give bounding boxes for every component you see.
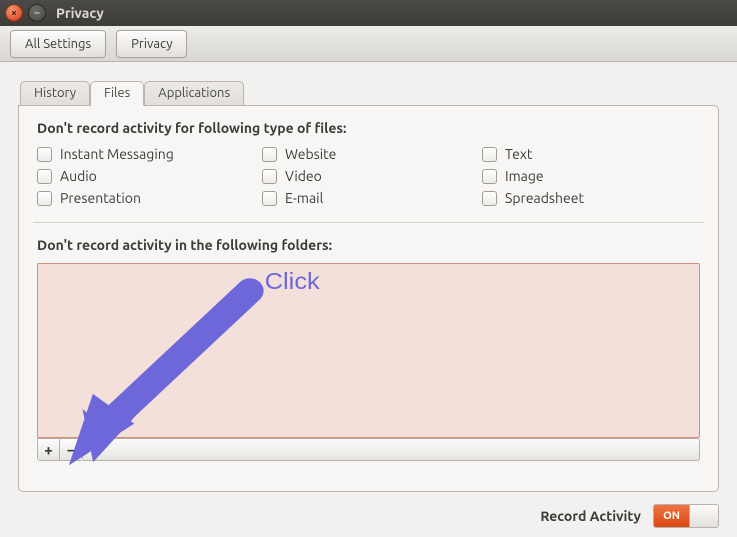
switch-knob bbox=[690, 505, 718, 527]
tab-files-label: Files bbox=[104, 86, 130, 100]
type-email[interactable]: E-mail bbox=[262, 190, 482, 206]
type-label: E-mail bbox=[285, 190, 323, 206]
type-label: Instant Messaging bbox=[60, 146, 174, 162]
breadcrumb-current[interactable]: Privacy bbox=[116, 30, 187, 58]
folders-list[interactable] bbox=[37, 263, 700, 438]
checkbox-icon[interactable] bbox=[482, 191, 497, 206]
divider bbox=[33, 222, 704, 223]
checkbox-icon[interactable] bbox=[482, 169, 497, 184]
footer: Record Activity ON bbox=[0, 495, 737, 537]
type-label: Text bbox=[505, 146, 532, 162]
type-label: Video bbox=[285, 168, 322, 184]
checkbox-icon[interactable] bbox=[37, 147, 52, 162]
type-video[interactable]: Video bbox=[262, 168, 482, 184]
type-text[interactable]: Text bbox=[482, 146, 700, 162]
type-label: Audio bbox=[60, 168, 97, 184]
tab-history[interactable]: History bbox=[20, 81, 90, 106]
window-title: Privacy bbox=[56, 5, 104, 21]
files-panel: Don't record activity for following type… bbox=[18, 105, 719, 492]
types-heading: Don't record activity for following type… bbox=[37, 120, 700, 136]
add-folder-button[interactable]: + bbox=[38, 439, 60, 460]
type-label: Image bbox=[505, 168, 544, 184]
type-label: Presentation bbox=[60, 190, 141, 206]
type-website[interactable]: Website bbox=[262, 146, 482, 162]
all-settings-button[interactable]: All Settings bbox=[10, 30, 106, 58]
checkbox-icon[interactable] bbox=[262, 169, 277, 184]
content-area: History Files Applications Don't record … bbox=[0, 62, 737, 495]
tab-history-label: History bbox=[34, 86, 76, 100]
checkbox-icon[interactable] bbox=[37, 191, 52, 206]
type-image[interactable]: Image bbox=[482, 168, 700, 184]
file-types-grid: Instant Messaging Website Text Audio Vid… bbox=[37, 146, 700, 206]
type-presentation[interactable]: Presentation bbox=[37, 190, 262, 206]
type-label: Spreadsheet bbox=[505, 190, 584, 206]
all-settings-label: All Settings bbox=[25, 37, 91, 51]
tab-applications-label: Applications bbox=[158, 86, 230, 100]
checkbox-icon[interactable] bbox=[482, 147, 497, 162]
tab-applications[interactable]: Applications bbox=[144, 81, 244, 106]
folders-heading: Don't record activity in the following f… bbox=[37, 237, 700, 253]
remove-folder-button[interactable]: − bbox=[60, 439, 82, 460]
close-icon[interactable]: × bbox=[6, 5, 22, 21]
checkbox-icon[interactable] bbox=[262, 147, 277, 162]
folders-pm-buttons: + − bbox=[37, 438, 83, 461]
titlebar: × – Privacy bbox=[0, 0, 737, 26]
type-spreadsheet[interactable]: Spreadsheet bbox=[482, 190, 700, 206]
breadcrumb-current-label: Privacy bbox=[131, 37, 172, 51]
checkbox-icon[interactable] bbox=[262, 191, 277, 206]
folders-toolbar: + − bbox=[37, 438, 700, 461]
minimize-icon[interactable]: – bbox=[29, 5, 45, 21]
tab-bar: History Files Applications bbox=[18, 80, 719, 105]
plus-icon: + bbox=[44, 441, 52, 458]
minus-icon: − bbox=[67, 441, 75, 458]
record-activity-label: Record Activity bbox=[540, 508, 641, 524]
checkbox-icon[interactable] bbox=[37, 169, 52, 184]
type-label: Website bbox=[285, 146, 336, 162]
breadcrumb: All Settings Privacy bbox=[0, 26, 737, 62]
type-instant-messaging[interactable]: Instant Messaging bbox=[37, 146, 262, 162]
type-audio[interactable]: Audio bbox=[37, 168, 262, 184]
folders-toolbar-spacer bbox=[83, 438, 700, 461]
switch-on-label: ON bbox=[654, 505, 690, 527]
tab-files[interactable]: Files bbox=[90, 81, 144, 106]
record-activity-switch[interactable]: ON bbox=[653, 504, 719, 528]
